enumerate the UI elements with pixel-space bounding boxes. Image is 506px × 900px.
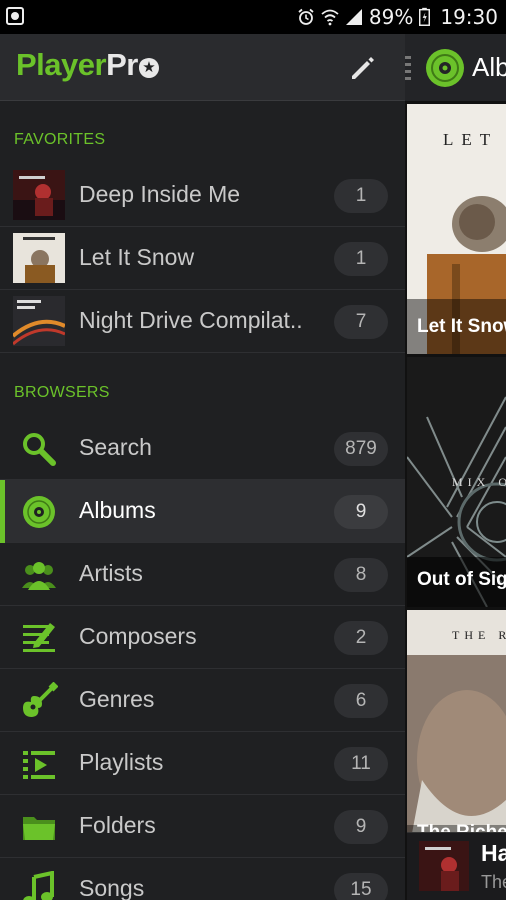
album-tile-title: Out of Sig	[417, 569, 506, 590]
folder-icon	[23, 817, 55, 840]
content-action-bar: Alb	[405, 34, 506, 101]
favorite-label: Deep Inside Me	[79, 181, 241, 207]
music-note-icon	[23, 871, 54, 900]
composers-icon	[23, 623, 55, 652]
album-tile[interactable]: THE R The Riche	[407, 610, 506, 860]
browser-label: Songs	[79, 875, 145, 900]
favorite-item-deep-inside-me[interactable]: Deep Inside Me 1	[0, 164, 405, 227]
browser-label: Search	[79, 434, 152, 460]
browser-item-genres[interactable]: Genres 6	[0, 669, 405, 732]
browser-label: Playlists	[79, 749, 164, 775]
alarm-icon	[298, 8, 314, 25]
now-playing-subtitle: The	[481, 872, 506, 892]
browsers-section-title: BROWSERS	[14, 384, 110, 401]
count-badge: 7	[334, 305, 388, 339]
cover-text: THE R	[452, 628, 506, 642]
battery-percent: 89%	[368, 5, 414, 29]
drawer-handle-icon[interactable]	[405, 56, 411, 80]
albums-content: Alb LET I Let It Snow MIX OF EXTRAORD O	[405, 34, 506, 900]
count-badge: 879	[334, 432, 388, 466]
count-badge: 1	[334, 179, 388, 213]
count-badge: 11	[334, 747, 388, 781]
browser-item-composers[interactable]: Composers 2	[0, 606, 405, 669]
content-title: Alb	[472, 52, 506, 82]
playlist-icon	[23, 751, 55, 779]
browser-label: Artists	[79, 560, 143, 586]
search-icon	[23, 433, 56, 466]
pencil-icon[interactable]	[346, 52, 378, 84]
album-art-thumbnail	[419, 841, 469, 891]
count-badge: 15	[334, 873, 388, 900]
album-tile[interactable]: LET I Let It Snow	[407, 104, 506, 354]
album-art-thumbnail	[13, 233, 65, 283]
count-badge: 6	[334, 684, 388, 718]
browser-item-search[interactable]: Search 879	[0, 417, 405, 480]
browser-label: Composers	[79, 623, 197, 649]
count-badge: 9	[334, 810, 388, 844]
guitar-icon	[23, 682, 58, 717]
favorite-label: Night Drive Compilat..	[79, 307, 303, 333]
favorite-item-let-it-snow[interactable]: Let It Snow 1	[0, 227, 405, 290]
now-playing-title: Ha	[481, 840, 506, 866]
count-badge: 2	[334, 621, 388, 655]
cover-text: MIX OF EXTRAORD	[452, 475, 506, 489]
cover-text: LET I	[443, 130, 506, 149]
browser-item-folders[interactable]: Folders 9	[0, 795, 405, 858]
album-tile-title: Let It Snow	[417, 316, 506, 337]
album-art-thumbnail	[13, 296, 65, 346]
browser-label: Genres	[79, 686, 155, 712]
artists-icon	[22, 562, 56, 590]
browser-item-playlists[interactable]: Playlists 11	[0, 732, 405, 795]
album-icon	[23, 496, 55, 528]
count-badge: 8	[334, 558, 388, 592]
app-logo: PlayerPro	[16, 47, 157, 83]
wifi-icon	[321, 9, 339, 26]
logo-player-text: Player	[16, 47, 107, 82]
browser-item-songs[interactable]: Songs 15	[0, 858, 405, 900]
drawer-header: PlayerPro ★	[0, 34, 405, 101]
screen-record-icon	[6, 7, 24, 25]
browser-label: Albums	[79, 497, 156, 523]
favorite-item-night-drive[interactable]: Night Drive Compilat.. 7	[0, 290, 405, 353]
battery-icon	[419, 7, 431, 26]
browser-label: Folders	[79, 812, 156, 838]
count-badge: 9	[334, 495, 388, 529]
status-bar: 89% 19:30	[0, 0, 506, 34]
album-tile[interactable]: MIX OF EXTRAORD Out of Sig	[407, 357, 506, 607]
logo-star-icon: ★	[139, 58, 159, 78]
clock: 19:30	[440, 5, 498, 29]
navigation-drawer: PlayerPro ★ FAVORITES Deep Inside Me 1 L…	[0, 34, 405, 900]
favorites-section-title: FAVORITES	[14, 131, 106, 148]
browser-item-artists[interactable]: Artists 8	[0, 543, 405, 606]
signal-icon	[345, 9, 362, 25]
album-art-thumbnail	[13, 170, 65, 220]
count-badge: 1	[334, 242, 388, 276]
browser-item-albums[interactable]: Albums 9	[0, 480, 405, 543]
favorite-label: Let It Snow	[79, 244, 195, 270]
album-icon	[426, 49, 464, 87]
status-icons: 89% 19:30	[297, 0, 498, 34]
